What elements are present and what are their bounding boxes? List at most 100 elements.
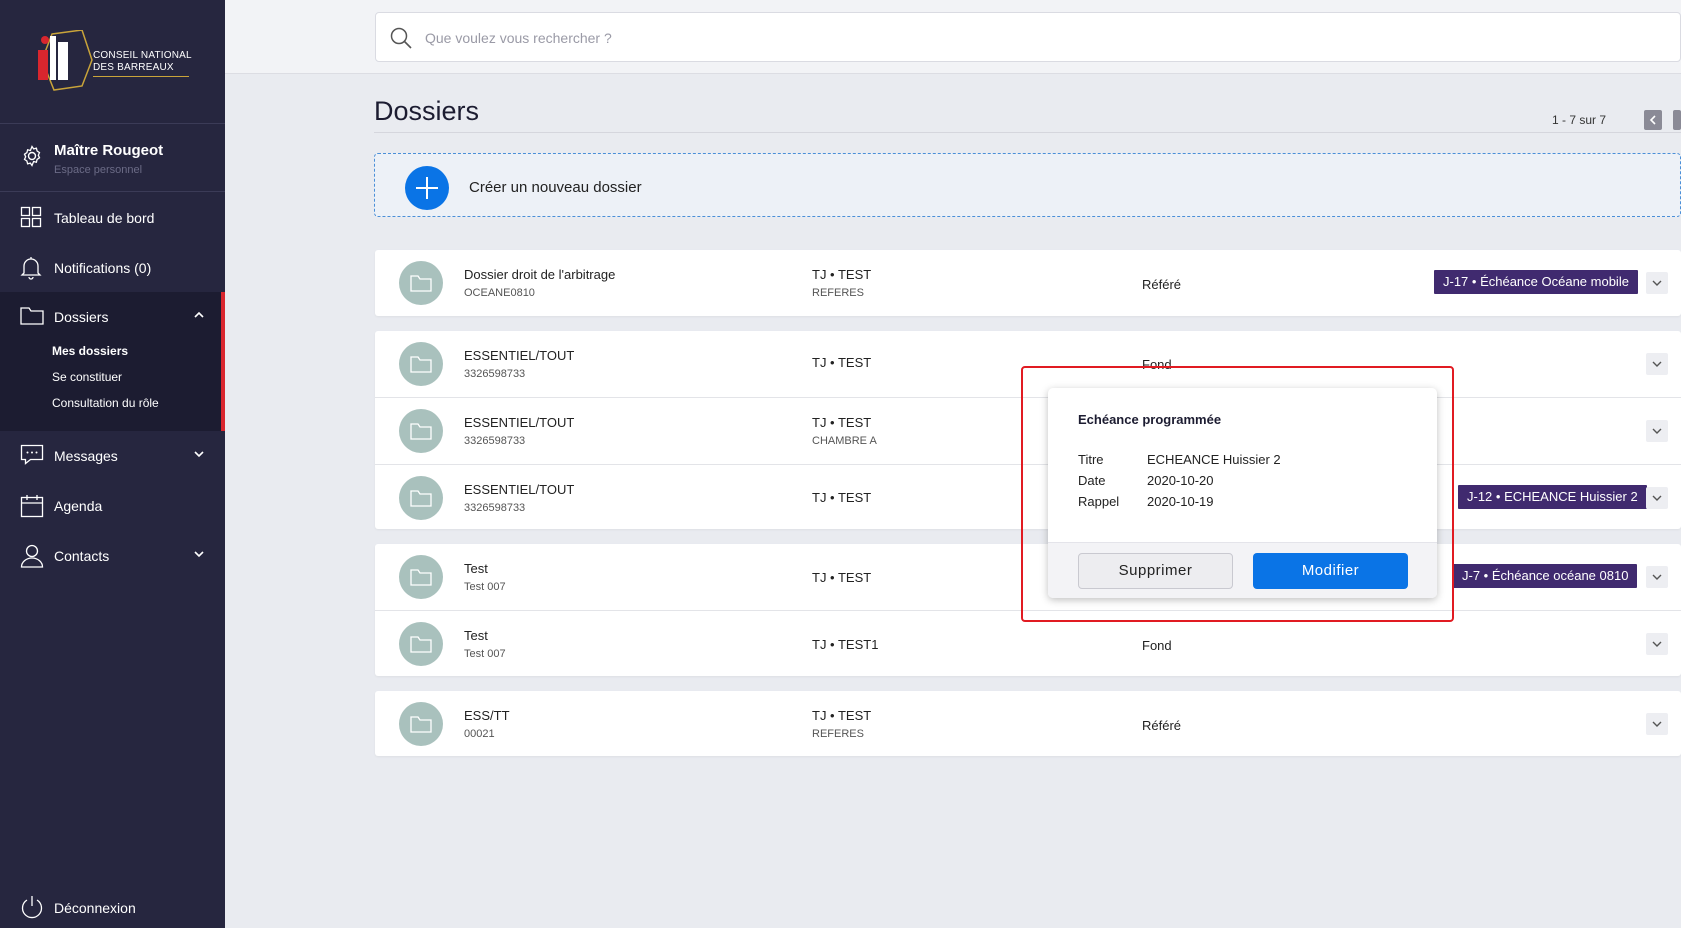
search-placeholder: Que voulez vous rechercher ? — [425, 30, 612, 46]
popover-title-key: Titre — [1078, 452, 1104, 467]
sub-se-constituer[interactable]: Se constituer — [52, 370, 122, 384]
chevron-down-icon — [1652, 280, 1662, 286]
dossier-chamber: REFERES — [812, 287, 864, 299]
dossier-chamber: REFERES — [812, 728, 864, 740]
chevron-down-icon — [1652, 361, 1662, 367]
chevron-down-icon — [194, 451, 204, 458]
message-icon — [20, 444, 44, 465]
calendar-icon — [20, 495, 44, 518]
search-input[interactable]: Que voulez vous rechercher ? — [375, 12, 1681, 62]
dossier-type: Fond — [1142, 638, 1172, 653]
popover-date-value: 2020-10-20 — [1147, 473, 1214, 488]
dossier-name: ESSENTIEL/TOUT — [464, 415, 575, 430]
folder-icon — [410, 490, 432, 507]
profile-subtitle: Espace personnel — [54, 164, 143, 176]
folder-icon — [410, 716, 432, 733]
nav-logout[interactable]: Déconnexion — [0, 891, 225, 928]
dossier-name: Test — [464, 628, 488, 643]
dossier-jurisdiction: TJ • TEST — [812, 415, 872, 430]
page-title: Dossiers — [374, 96, 480, 126]
dossier-code: 3326598733 — [464, 502, 526, 514]
chevron-up-icon — [194, 311, 204, 318]
deadline-badge[interactable]: J-12 • ECHEANCE Huissier 2 — [1458, 485, 1647, 509]
chevron-down-icon — [194, 551, 204, 558]
nav-dossiers-label: Dossiers — [54, 309, 109, 325]
deadline-popover: Echéance programmée Titre ECHEANCE Huiss… — [1048, 388, 1437, 598]
expand-button[interactable] — [1646, 713, 1668, 735]
folder-avatar — [399, 702, 443, 746]
logo-line-1: CONSEIL NATIONAL — [93, 50, 192, 61]
nav-agenda[interactable]: Agenda — [0, 481, 225, 531]
logo-underline — [93, 76, 189, 77]
folder-icon — [410, 275, 432, 292]
dossier-name: ESSENTIEL/TOUT — [464, 348, 575, 363]
pagination-next-button[interactable] — [1673, 110, 1681, 130]
dossier-group: Dossier droit de l'arbitrage OCEANE0810 … — [375, 250, 1681, 316]
dossier-row[interactable]: ESS/TT 00021 TJ • TEST REFERES Référé — [375, 691, 1681, 758]
folder-icon — [410, 569, 432, 586]
dossier-row[interactable]: Dossier droit de l'arbitrage OCEANE0810 … — [375, 250, 1681, 317]
dossier-jurisdiction: TJ • TEST — [812, 267, 872, 282]
chevron-left-icon — [1649, 115, 1656, 125]
nav-dossiers[interactable]: Dossiers — [0, 292, 225, 342]
expand-button[interactable] — [1646, 487, 1668, 509]
dossier-code: 3326598733 — [464, 435, 526, 447]
create-dossier-button[interactable]: Créer un nouveau dossier — [374, 153, 1681, 217]
create-dossier-label: Créer un nouveau dossier — [469, 179, 642, 196]
deadline-badge[interactable]: J-7 • Échéance océane 0810 — [1453, 564, 1638, 588]
dossier-name: ESSENTIEL/TOUT — [464, 482, 575, 497]
sub-mes-dossiers[interactable]: Mes dossiers — [52, 344, 128, 358]
dossier-name: Dossier droit de l'arbitrage — [464, 267, 616, 282]
profile-link[interactable]: Maître Rougeot Espace personnel — [0, 124, 225, 192]
pagination-prev-button[interactable] — [1644, 110, 1662, 130]
dossier-code: OCEANE0810 — [464, 287, 535, 299]
popover-footer: Supprimer Modifier — [1048, 542, 1437, 598]
folder-avatar — [399, 342, 443, 386]
expand-button[interactable] — [1646, 272, 1668, 294]
dossier-type: Référé — [1142, 718, 1182, 733]
expand-button[interactable] — [1646, 633, 1668, 655]
dossier-jurisdiction: TJ • TEST — [812, 708, 872, 723]
nav-messages-label: Messages — [54, 448, 118, 464]
dossier-group: ESS/TT 00021 TJ • TEST REFERES Référé — [375, 691, 1681, 756]
search-icon — [390, 27, 412, 49]
folder-avatar — [399, 555, 443, 599]
nav-dashboard[interactable]: Tableau de bord — [0, 193, 225, 243]
chevron-down-icon — [1652, 574, 1662, 580]
nav-contacts[interactable]: Contacts — [0, 531, 225, 581]
dossier-chamber: CHAMBRE A — [812, 435, 877, 447]
divider — [0, 191, 225, 192]
power-icon — [21, 896, 43, 919]
edit-button[interactable]: Modifier — [1253, 553, 1408, 589]
chevron-down-icon — [1652, 428, 1662, 434]
dossier-code: 3326598733 — [464, 368, 526, 380]
dossier-name: ESS/TT — [464, 708, 510, 723]
bell-icon — [20, 257, 42, 280]
nav-messages[interactable]: Messages — [0, 431, 225, 481]
delete-button[interactable]: Supprimer — [1078, 553, 1233, 589]
title-divider — [374, 132, 1681, 133]
folder-avatar — [399, 476, 443, 520]
expand-button[interactable] — [1646, 420, 1668, 442]
nav-notifications-label: Notifications (0) — [54, 260, 152, 276]
expand-button[interactable] — [1646, 566, 1668, 588]
nav-dashboard-label: Tableau de bord — [54, 210, 155, 226]
expand-button[interactable] — [1646, 353, 1668, 375]
nav-notifications[interactable]: Notifications (0) — [0, 243, 225, 293]
deadline-badge[interactable]: J-17 • Échéance Océane mobile — [1434, 270, 1638, 294]
folder-icon — [410, 423, 432, 440]
sub-consultation-role[interactable]: Consultation du rôle — [52, 396, 159, 410]
dossier-jurisdiction: TJ • TEST — [812, 490, 872, 505]
popover-reminder-value: 2020-10-19 — [1147, 494, 1214, 509]
plus-icon — [405, 166, 449, 210]
folder-icon — [20, 307, 44, 325]
grid-icon — [20, 206, 42, 228]
dossier-name: Test — [464, 561, 488, 576]
chevron-down-icon — [1652, 721, 1662, 727]
user-icon — [20, 544, 44, 568]
folder-icon — [410, 636, 432, 653]
nav-agenda-label: Agenda — [54, 498, 103, 514]
popover-title-value: ECHEANCE Huissier 2 — [1147, 452, 1281, 467]
dossier-code: Test 007 — [464, 581, 506, 593]
folder-avatar — [399, 261, 443, 305]
